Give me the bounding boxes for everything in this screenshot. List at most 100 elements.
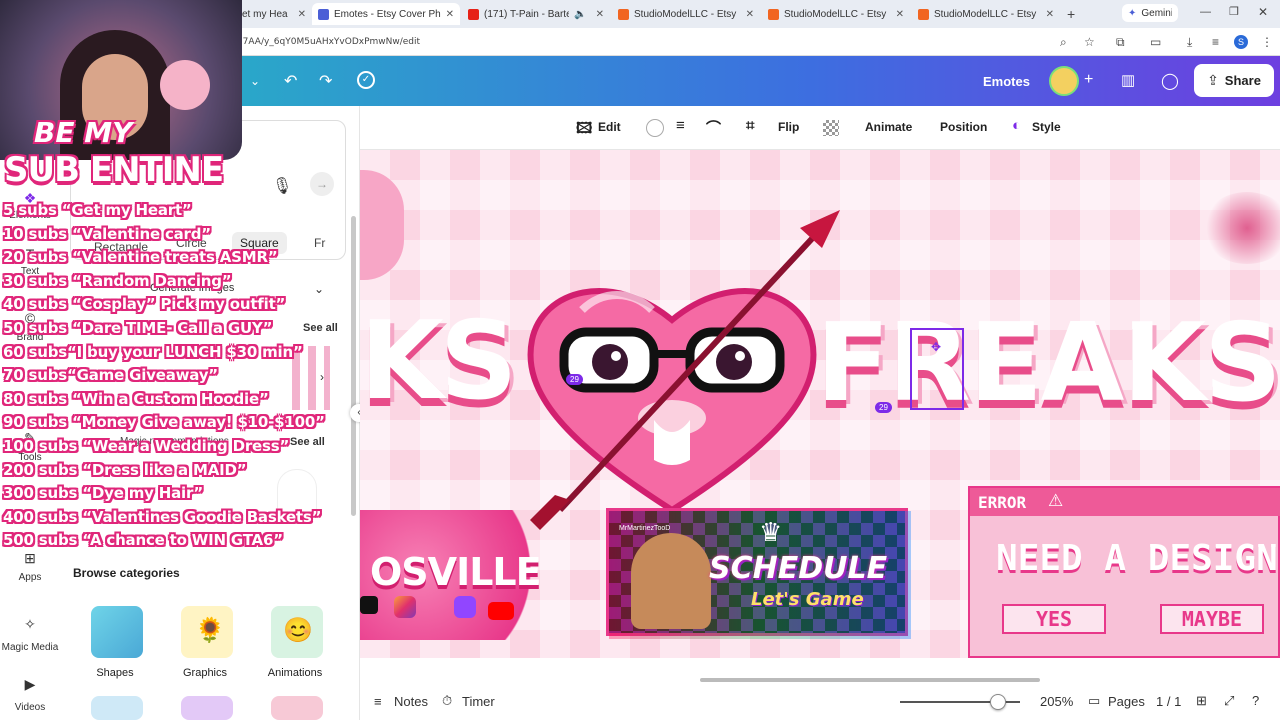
close-icon[interactable]: ✕ bbox=[446, 9, 454, 20]
animate-button[interactable]: Animate bbox=[865, 120, 912, 134]
microphone-icon[interactable]: 🎙 bbox=[272, 176, 292, 196]
cast-icon[interactable]: ▭ bbox=[1150, 35, 1161, 49]
browser-tab[interactable]: StudioModelLLC - Etsy ✕ bbox=[762, 3, 910, 25]
lips-graphic[interactable] bbox=[1202, 192, 1280, 264]
webcam-overlay: BE MY bbox=[0, 0, 242, 160]
close-icon[interactable]: ✕ bbox=[1046, 9, 1054, 20]
timer-button[interactable]: Timer bbox=[462, 694, 495, 709]
restore-icon[interactable]: ❐ bbox=[1229, 5, 1239, 18]
chevron-down-icon[interactable]: ⌄ bbox=[314, 282, 324, 296]
sub-goal-item: 20 subs “Valentine treats ASMR” bbox=[3, 248, 278, 267]
see-all-link[interactable]: See all bbox=[303, 322, 338, 334]
zoom-level[interactable]: 205% bbox=[1040, 694, 1073, 709]
download-icon[interactable]: ⤓ bbox=[1187, 35, 1192, 50]
url-text[interactable]: J7AA/y_6qY0M5uAHxYvODxPmwNw/edit bbox=[240, 37, 420, 47]
rail-item-videos[interactable]: Videos bbox=[0, 702, 60, 713]
apps-icon[interactable]: ⊞ bbox=[0, 550, 60, 567]
sub-goal-item: 5 subs “Get my Heart” bbox=[3, 201, 192, 219]
share-button[interactable]: ⇪ Share bbox=[1194, 64, 1274, 97]
sub-goal-item: 400 subs “Valentines Goodie Baskets” bbox=[3, 507, 322, 526]
videos-icon[interactable]: ▶ bbox=[0, 676, 60, 693]
category-tile[interactable] bbox=[181, 696, 233, 720]
logo-word-left[interactable]: KS bbox=[360, 308, 517, 416]
comment-icon[interactable]: ◯ bbox=[1161, 71, 1179, 91]
submit-arrow-icon[interactable]: → bbox=[310, 172, 334, 196]
redo-icon[interactable]: ↷ bbox=[319, 71, 332, 91]
rail-item-magic-media[interactable]: Magic Media bbox=[0, 642, 60, 653]
style-button[interactable]: Style bbox=[1032, 120, 1061, 134]
avatar-character-graphic bbox=[631, 533, 711, 629]
be-my-title: BE MY bbox=[34, 116, 133, 149]
browser-tab[interactable]: et my Hea ✕ bbox=[236, 3, 312, 25]
grid-view-icon[interactable]: ⊞ bbox=[1196, 693, 1207, 709]
new-tab-icon[interactable]: + bbox=[1067, 6, 1075, 22]
close-icon[interactable]: ✕ bbox=[596, 9, 604, 20]
cupid-arrow-graphic[interactable] bbox=[500, 210, 860, 550]
style-icon[interactable]: ◐ bbox=[1012, 117, 1021, 134]
rail-item-apps[interactable]: Apps bbox=[0, 572, 60, 583]
flip-button[interactable]: Flip bbox=[778, 120, 799, 134]
position-button[interactable]: Position bbox=[940, 120, 987, 134]
browser-tab[interactable]: StudioModelLLC - Etsy ✕ bbox=[612, 3, 760, 25]
close-icon[interactable]: ✕ bbox=[896, 9, 904, 20]
animations-category-tile[interactable]: 😊 bbox=[271, 606, 323, 658]
gemini-button[interactable]: ✦ Gemini bbox=[1122, 4, 1178, 22]
minimize-icon[interactable]: — bbox=[1200, 6, 1211, 18]
sub-goal-item: 60 subs“I buy your LUNCH $30 min” bbox=[3, 342, 303, 361]
shapes-category-tile[interactable] bbox=[91, 606, 143, 658]
chevron-down-icon[interactable]: ⌄ bbox=[250, 74, 260, 88]
move-handle-icon[interactable]: ✥ bbox=[931, 340, 941, 354]
graphics-category-tile[interactable]: 🌻 bbox=[181, 606, 233, 658]
border-weight-icon[interactable]: ≡ bbox=[676, 117, 685, 134]
error-window[interactable]: ERROR ⚠ NEED A DESIGN YES MAYBE bbox=[968, 486, 1280, 658]
tab-title: Emotes - Etsy Cover Photo bbox=[334, 8, 441, 20]
fullscreen-icon[interactable]: ⤢ bbox=[1224, 693, 1234, 709]
menu-dots-icon[interactable]: ⋮ bbox=[1261, 35, 1273, 49]
see-all-link[interactable]: See all bbox=[290, 436, 325, 448]
notes-button[interactable]: Notes bbox=[394, 694, 428, 709]
design-title[interactable]: Emotes bbox=[983, 74, 1030, 89]
edit-button[interactable]: Edit bbox=[598, 120, 621, 134]
help-icon[interactable]: ? bbox=[1252, 693, 1259, 708]
edit-image-icon[interactable]: 🖾 bbox=[576, 118, 592, 143]
design-canvas[interactable]: KS FREAKS ✥ 29 29 OSVILLE MrMartinezTooD… bbox=[360, 150, 1280, 658]
close-icon[interactable]: ✕ bbox=[746, 9, 754, 20]
shape-chip-more[interactable]: Fr bbox=[314, 236, 325, 250]
browser-tab[interactable]: (171) T-Pain - Bartender 🔈 ✕ bbox=[462, 3, 610, 25]
yes-button[interactable]: YES bbox=[1002, 604, 1106, 634]
color-swatch[interactable] bbox=[646, 119, 664, 137]
crop-icon[interactable]: ⌗ bbox=[746, 117, 754, 134]
error-title: ERROR bbox=[978, 493, 1027, 512]
zoom-icon[interactable]: ⌕ bbox=[1060, 35, 1067, 50]
gemini-icon: ✦ bbox=[1128, 7, 1137, 19]
corner-rounding-icon[interactable]: ⌒ bbox=[706, 117, 721, 138]
avatar[interactable] bbox=[1049, 66, 1079, 96]
pages-button[interactable]: Pages bbox=[1108, 694, 1145, 709]
magic-media-icon[interactable]: ✧ bbox=[0, 616, 60, 633]
reading-list-icon[interactable]: ≡ bbox=[1212, 35, 1219, 49]
schedule-banner[interactable]: MrMartinezTooD SCHEDULE Let's Game ♛ bbox=[606, 508, 911, 639]
category-tile[interactable] bbox=[271, 696, 323, 720]
add-collaborator-icon[interactable]: + bbox=[1084, 71, 1093, 89]
timer-icon: ⏱ bbox=[442, 693, 453, 708]
bookmark-star-icon[interactable]: ☆ bbox=[1084, 35, 1095, 49]
zoom-slider-thumb[interactable] bbox=[990, 694, 1006, 710]
transparency-icon[interactable] bbox=[823, 120, 839, 136]
close-window-icon[interactable]: ✕ bbox=[1258, 5, 1268, 19]
extensions-icon[interactable]: ⧉ bbox=[1116, 35, 1125, 50]
insights-chart-icon[interactable]: ▥ bbox=[1121, 71, 1135, 89]
close-icon[interactable]: ✕ bbox=[298, 9, 306, 20]
canva-favicon-icon bbox=[318, 8, 329, 20]
badge-graphic[interactable] bbox=[360, 170, 404, 280]
browser-tab-active[interactable]: Emotes - Etsy Cover Photo ✕ bbox=[312, 3, 460, 25]
category-tile[interactable] bbox=[91, 696, 143, 720]
profile-avatar[interactable]: S bbox=[1234, 35, 1248, 49]
cloud-saved-icon[interactable]: ✓ bbox=[357, 71, 375, 89]
horizontal-scrollbar[interactable] bbox=[700, 678, 1040, 682]
chevron-right-icon[interactable]: › bbox=[320, 370, 324, 384]
panel-scrollbar[interactable] bbox=[351, 216, 356, 516]
osville-text[interactable]: OSVILLE bbox=[370, 550, 542, 594]
undo-icon[interactable]: ↶ bbox=[284, 71, 297, 91]
browser-tab[interactable]: StudioModelLLC - Etsy ✕ bbox=[912, 3, 1060, 25]
maybe-button[interactable]: MAYBE bbox=[1160, 604, 1264, 634]
